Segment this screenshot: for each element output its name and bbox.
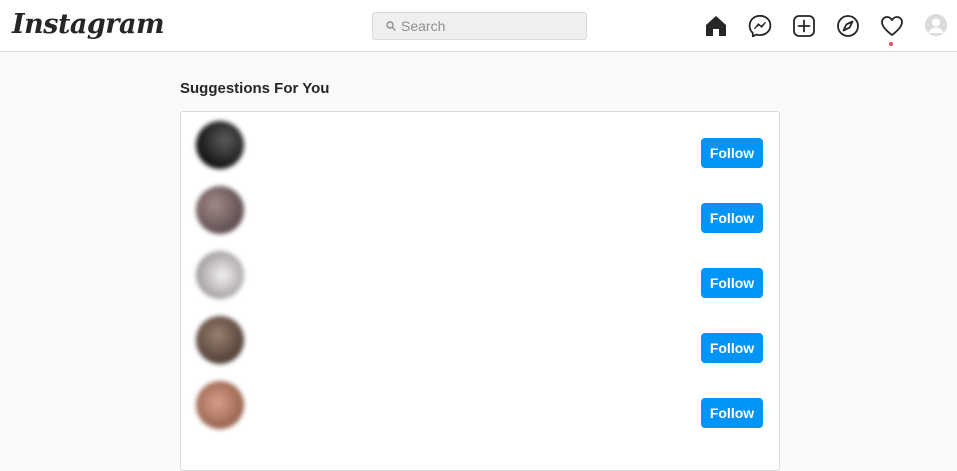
- suggestions-title: Suggestions For You: [180, 80, 330, 97]
- new-post-icon[interactable]: [792, 14, 816, 38]
- activity-heart-icon[interactable]: [880, 14, 904, 38]
- home-icon[interactable]: [704, 14, 728, 38]
- suggestions-list: Follow Follow Follow Follow Follow: [180, 111, 780, 471]
- profile-avatar[interactable]: [925, 14, 947, 36]
- instagram-logo[interactable]: Instagram: [12, 9, 165, 40]
- explore-icon[interactable]: [836, 14, 860, 38]
- search-input[interactable]: [401, 16, 581, 36]
- default-avatar-icon: [925, 14, 947, 36]
- follow-button[interactable]: Follow: [701, 333, 763, 363]
- suggested-user-avatar[interactable]: [196, 381, 244, 429]
- notification-dot: [889, 42, 893, 46]
- follow-button[interactable]: Follow: [701, 268, 763, 298]
- suggested-user-avatar[interactable]: [196, 121, 244, 169]
- suggested-user-avatar[interactable]: [196, 186, 244, 234]
- search-icon: [386, 21, 396, 31]
- follow-button[interactable]: Follow: [701, 203, 763, 233]
- suggestion-row: Follow: [181, 372, 779, 437]
- follow-button[interactable]: Follow: [701, 138, 763, 168]
- top-navigation-bar: Instagram: [0, 0, 957, 52]
- suggested-user-avatar[interactable]: [196, 251, 244, 299]
- search-box[interactable]: [372, 12, 587, 40]
- follow-button[interactable]: Follow: [701, 398, 763, 428]
- suggestion-row: Follow: [181, 242, 779, 307]
- suggestion-row: Follow: [181, 177, 779, 242]
- suggested-user-avatar[interactable]: [196, 316, 244, 364]
- suggestion-row: Follow: [181, 112, 779, 177]
- suggestion-row: Follow: [181, 307, 779, 372]
- messenger-icon[interactable]: [748, 14, 772, 38]
